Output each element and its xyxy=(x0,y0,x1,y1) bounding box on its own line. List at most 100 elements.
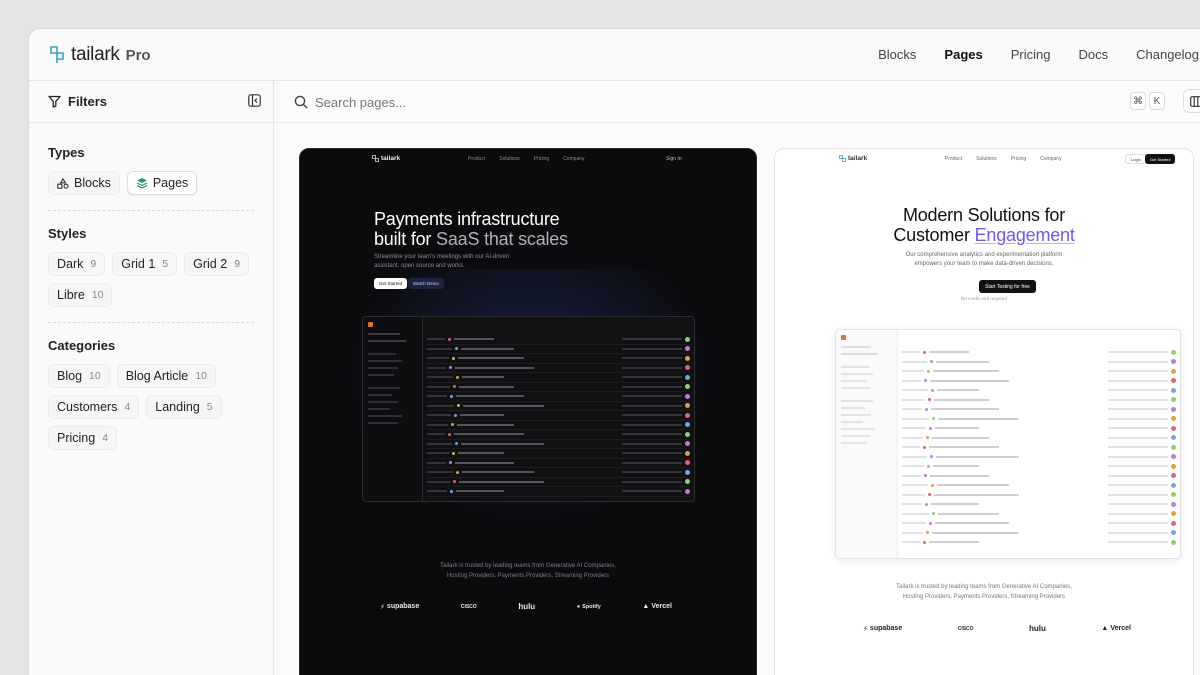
supabase-logo: ⚡ supabase xyxy=(380,603,419,611)
row-id-placeholder xyxy=(427,376,453,379)
status-dot xyxy=(450,489,453,493)
nav-placeholder xyxy=(841,400,873,402)
avatar xyxy=(685,479,690,485)
search-input[interactable] xyxy=(315,92,715,112)
style-chip-grid-1[interactable]: Grid 1 5 xyxy=(112,252,178,276)
row-id-placeholder xyxy=(427,385,450,388)
status-dot xyxy=(931,388,934,392)
row-title-placeholder xyxy=(929,541,979,544)
category-chip-blog-article[interactable]: Blog Article 10 xyxy=(116,364,216,388)
status-dot xyxy=(924,379,927,383)
row-meta-placeholder xyxy=(1108,408,1168,411)
row-meta-placeholder xyxy=(622,395,682,398)
sidebar-collapse-icon[interactable] xyxy=(248,94,261,107)
avatar xyxy=(1171,387,1176,393)
category-chip-pricing[interactable]: Pricing 4 xyxy=(48,426,118,450)
nav-placeholder xyxy=(368,333,400,335)
row-id-placeholder xyxy=(427,414,451,417)
tailark-logo[interactable]: tailark Pro xyxy=(48,44,151,66)
type-chip-blocks[interactable]: Blocks xyxy=(48,171,120,195)
page-card-dark[interactable]: tailark Product Solutions Pricing Compan… xyxy=(299,148,757,675)
status-dot xyxy=(452,451,455,455)
filters-sidebar: Filters Types Blocks Pages Styles Dark 9 xyxy=(29,81,274,675)
card-signin: Sign In xyxy=(666,156,682,162)
style-chip-dark[interactable]: Dark 9 xyxy=(48,252,106,276)
nav-placeholder xyxy=(368,367,398,369)
row-meta-placeholder xyxy=(1108,417,1168,420)
dark-hero-subtitle: Streamline your team's meetings with our… xyxy=(374,254,510,269)
status-dot xyxy=(449,461,452,465)
dashboard-row xyxy=(902,377,1176,386)
status-dot xyxy=(457,404,460,408)
nav-docs[interactable]: Docs xyxy=(1078,47,1108,62)
status-dot xyxy=(932,512,935,516)
nav-pages[interactable]: Pages xyxy=(944,47,982,62)
nav-placeholder xyxy=(368,353,396,355)
grid-view-toggle[interactable] xyxy=(1183,89,1200,113)
row-title-placeholder xyxy=(458,452,504,455)
dashboard-row xyxy=(427,392,690,402)
row-meta-placeholder xyxy=(1108,455,1168,458)
nav-placeholder xyxy=(841,414,871,416)
row-id-placeholder xyxy=(902,427,926,430)
page-card-light[interactable]: tailark Product Solutions Pricing Compan… xyxy=(774,148,1194,675)
category-chip-landing[interactable]: Landing 5 xyxy=(146,395,222,419)
row-title-placeholder xyxy=(936,360,989,363)
card-nav: Product Solutions Pricing Company xyxy=(468,156,585,162)
dashboard-row xyxy=(902,519,1176,529)
row-meta-placeholder xyxy=(622,414,682,417)
row-id-placeholder xyxy=(427,471,453,474)
row-id-placeholder xyxy=(902,465,924,468)
avatar xyxy=(685,393,690,399)
brand-name: Vercel xyxy=(651,603,672,610)
avatar xyxy=(1171,501,1176,507)
row-id-placeholder xyxy=(427,338,445,341)
tailark-logo-icon xyxy=(50,46,64,63)
avatar xyxy=(685,412,690,418)
nav-blocks[interactable]: Blocks xyxy=(878,47,916,62)
cisco-logo: CISCO xyxy=(461,604,477,610)
hero-title-part: Customer xyxy=(893,225,975,245)
chip-label: Blog Article xyxy=(125,369,189,383)
kbd-cmd-key: ⌘ xyxy=(1130,92,1146,110)
nav-changelog[interactable]: Changelog xyxy=(1136,47,1199,62)
avatar xyxy=(1171,397,1176,403)
category-chip-blog[interactable]: Blog 10 xyxy=(48,364,110,388)
row-meta-placeholder xyxy=(622,338,682,341)
row-title-placeholder xyxy=(930,474,989,477)
status-dot xyxy=(456,470,459,474)
card-nav-item: Solutions xyxy=(499,156,520,162)
category-chip-customers[interactable]: Customers 4 xyxy=(48,395,140,419)
nav-placeholder xyxy=(841,421,863,423)
nav-pricing[interactable]: Pricing xyxy=(1011,47,1051,62)
nav-placeholder xyxy=(841,366,869,368)
avatar xyxy=(685,431,690,437)
row-id-placeholder xyxy=(902,503,922,506)
dashboard-row xyxy=(902,538,1176,548)
brand-name: hulu xyxy=(1029,624,1046,633)
dashboard-row xyxy=(427,449,690,459)
row-meta-placeholder xyxy=(622,385,682,388)
style-chip-libre[interactable]: Libre 10 xyxy=(48,283,113,307)
row-title-placeholder xyxy=(938,417,1019,420)
row-meta-placeholder xyxy=(1108,436,1168,439)
avatar xyxy=(1171,435,1176,441)
card-nav: Product Solutions Pricing Company xyxy=(945,156,1062,162)
avatar xyxy=(1171,511,1176,517)
dashboard-row xyxy=(902,491,1176,500)
dashboard-row xyxy=(427,373,690,383)
nav-placeholder xyxy=(841,353,877,355)
row-id-placeholder xyxy=(902,474,921,477)
dashboard-row xyxy=(902,386,1176,396)
dashboard-row xyxy=(427,364,690,373)
row-title-placeholder xyxy=(457,423,514,426)
logo-pro-badge: Pro xyxy=(125,46,151,64)
row-id-placeholder xyxy=(902,398,925,401)
status-dot xyxy=(925,502,928,506)
chip-count: 9 xyxy=(90,258,97,270)
style-chip-grid-2[interactable]: Grid 2 9 xyxy=(184,252,250,276)
triangle-icon: ▲ xyxy=(642,603,650,610)
type-chip-pages[interactable]: Pages xyxy=(126,171,198,195)
dashboard-row xyxy=(902,500,1176,510)
chip-count: 5 xyxy=(162,258,169,270)
